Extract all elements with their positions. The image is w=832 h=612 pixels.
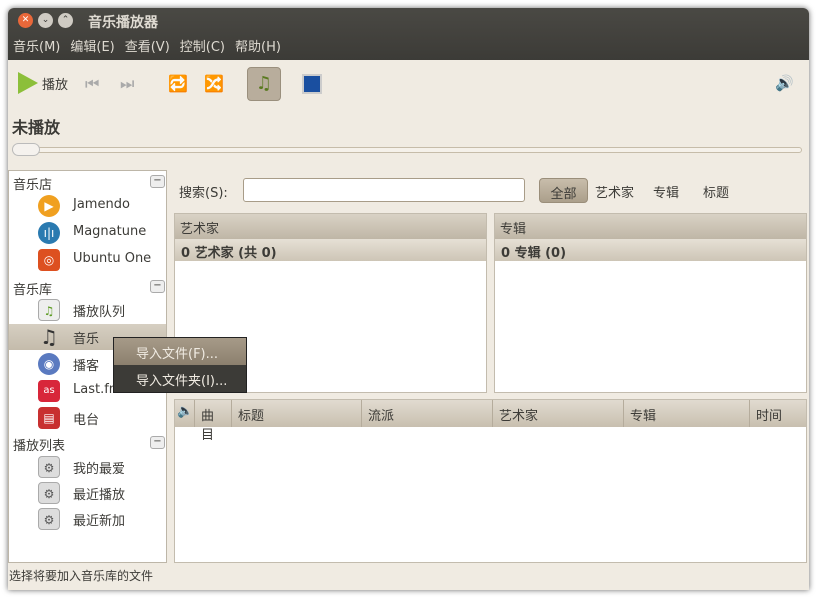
label: Ubuntu One [73,251,152,266]
filter-artist[interactable]: 艺术家 [595,182,634,201]
main-window: ✕ ⌄ ⌃ 音乐播放器 音乐(M) 编辑(E) 查看(V) 控制(C) 帮助(H… [8,8,809,590]
repeat-icon[interactable]: 🔁 [168,74,188,93]
sidebar-item-recently-played[interactable]: ⚙ 最近播放 [9,480,166,506]
podcast-icon: ◉ [38,353,60,375]
menu-help[interactable]: 帮助(H) [235,36,281,55]
next-icon[interactable]: ⏭ [120,74,134,94]
window-title: 音乐播放器 [88,15,158,31]
previous-icon[interactable]: ⏮ [85,74,99,94]
seek-handle[interactable] [12,143,40,156]
collapse-button[interactable]: − [150,175,165,188]
play-icon [18,72,38,94]
album-column-header[interactable]: 专辑 [495,214,806,239]
minimize-button[interactable]: ⌄ [38,13,53,28]
gear-icon: ⚙ [38,482,60,504]
label: 播放队列 [73,305,126,320]
menu-bar: 音乐(M) 编辑(E) 查看(V) 控制(C) 帮助(H) [8,36,281,55]
collapse-button[interactable]: − [150,436,165,449]
jamendo-icon: ▶ [38,195,60,217]
sidebar-item-magnatune[interactable]: ı|ı Magnatune [9,220,166,246]
column-track[interactable]: 曲目 [195,400,232,443]
shuffle-icon[interactable]: 🔀 [204,74,224,93]
filter-title[interactable]: 标题 [703,182,729,201]
music-library-toggle[interactable]: ♫ [247,67,281,101]
gear-icon: ⚙ [38,508,60,530]
search-label: 搜索(S): [179,186,228,201]
menu-item-import-folder[interactable]: 导入文件夹(I)... [114,365,246,392]
sidebar-item-ubuntu-one[interactable]: ◎ Ubuntu One [9,247,166,273]
title-bar: ✕ ⌄ ⌃ 音乐播放器 音乐(M) 编辑(E) 查看(V) 控制(C) 帮助(H… [8,8,809,60]
column-time[interactable]: 时间 [750,400,806,427]
label: Magnatune [73,224,147,239]
sidebar-item-jamendo[interactable]: ▶ Jamendo [9,193,166,219]
menu-music[interactable]: 音乐(M) [13,36,60,55]
filter-all[interactable]: 全部 [539,178,588,203]
volume-icon[interactable]: 🔊 [775,74,794,92]
column-album[interactable]: 专辑 [624,400,750,427]
radio-icon: ▤ [38,407,60,429]
sidebar-item-radio[interactable]: ▤ 电台 [9,405,166,431]
search-input[interactable] [243,178,525,202]
collapse-button[interactable]: − [150,280,165,293]
close-button[interactable]: ✕ [18,13,33,28]
visualizer-icon[interactable] [302,74,322,94]
menu-edit[interactable]: 编辑(E) [70,36,114,55]
section-stores: 音乐店 [13,178,53,193]
gear-icon: ⚙ [38,456,60,478]
sidebar-item-recently-added[interactable]: ⚙ 最近新加 [9,506,166,532]
now-playing: 未播放 [12,118,61,137]
maximize-button[interactable]: ⌃ [58,13,73,28]
menu-view[interactable]: 查看(V) [125,36,170,55]
lastfm-icon: as [38,380,60,402]
menu-control[interactable]: 控制(C) [180,36,225,55]
track-list: 🔈 曲目 标题 流派 艺术家 专辑 时间 [174,399,807,563]
track-list-header: 🔈 曲目 标题 流派 艺术家 专辑 时间 [175,400,806,443]
sidebar-item-play-queue[interactable]: ♫ 播放队列 [9,297,166,323]
status-bar: 选择将要加入音乐库的文件 [9,569,154,583]
menu-item-import-file[interactable]: 导入文件(F)... [114,338,246,365]
artist-summary-row[interactable]: 0 艺术家 (共 0) [175,239,486,261]
album-summary-row[interactable]: 0 专辑 (0) [495,239,806,261]
section-library: 音乐库 [13,283,53,298]
label: 最近播放 [73,488,126,503]
magnatune-icon: ı|ı [38,222,60,244]
label: Jamendo [73,197,130,212]
album-browser: 专辑 0 专辑 (0) [494,213,807,393]
sidebar-item-favorites[interactable]: ⚙ 我的最爱 [9,454,166,480]
ubuntu-one-icon: ◎ [38,249,60,271]
play-button[interactable]: 播放 [18,72,68,94]
playing-column-icon[interactable]: 🔈 [175,400,195,427]
play-queue-icon: ♫ [38,299,60,321]
label: 最近新加 [73,514,126,529]
music-note-icon: ♫ [40,325,58,349]
play-label: 播放 [42,77,69,93]
section-playlists: 播放列表 [13,439,66,454]
context-menu: 导入文件(F)... 导入文件夹(I)... [113,337,247,393]
label: 电台 [73,413,100,428]
column-title[interactable]: 标题 [232,400,362,427]
column-genre[interactable]: 流派 [362,400,493,427]
filter-album[interactable]: 专辑 [653,182,679,201]
label: 音乐 [73,332,100,347]
column-artist[interactable]: 艺术家 [493,400,624,427]
label: 播客 [73,359,100,374]
label: 我的最爱 [73,462,126,477]
artist-column-header[interactable]: 艺术家 [175,214,486,239]
seek-slider[interactable] [12,143,802,156]
